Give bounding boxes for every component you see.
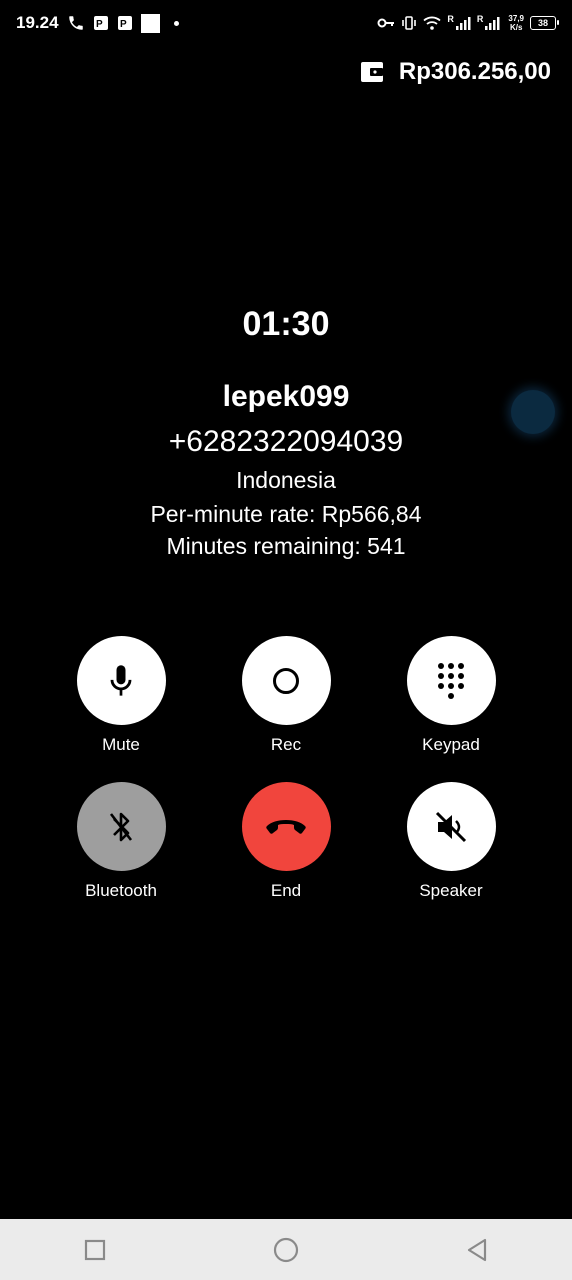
minutes-remaining: Minutes remaining: 541 bbox=[166, 533, 406, 559]
status-right: R R 37,9 K/s 38 bbox=[377, 14, 559, 32]
bluetooth-disabled-icon bbox=[109, 812, 133, 841]
recents-button[interactable] bbox=[65, 1230, 125, 1270]
caller-number: +6282322094039 bbox=[168, 425, 404, 458]
mute-control[interactable]: Mute bbox=[61, 636, 181, 755]
speaker-control[interactable]: Speaker bbox=[391, 782, 511, 901]
signal-icon-2 bbox=[485, 17, 500, 30]
mute-button[interactable] bbox=[76, 636, 166, 725]
record-icon bbox=[273, 667, 299, 694]
caller-name: lepek099 bbox=[222, 380, 350, 413]
vibrate-icon bbox=[402, 16, 417, 30]
rec-label: Rec bbox=[270, 735, 302, 754]
speaker-button[interactable] bbox=[406, 782, 496, 871]
parking-app-icon-2: P bbox=[117, 15, 133, 31]
circle-icon bbox=[273, 1237, 299, 1262]
floating-assistive-button[interactable] bbox=[511, 390, 555, 434]
wifi-icon bbox=[423, 16, 442, 30]
status-time: 19.24 bbox=[16, 13, 59, 32]
signal-roaming-label-2: R bbox=[476, 14, 484, 24]
signal-roaming-label-1: R bbox=[447, 14, 454, 24]
net-speed-value: 37,9 bbox=[508, 14, 524, 23]
home-button[interactable] bbox=[256, 1230, 316, 1270]
microphone-icon bbox=[110, 664, 132, 696]
square-icon bbox=[85, 1239, 106, 1260]
back-triangle-icon bbox=[467, 1238, 486, 1261]
per-minute-rate: Per-minute rate: Rp566,84 bbox=[150, 501, 422, 527]
parking-app-icon: P bbox=[93, 15, 109, 31]
keypad-label: Keypad bbox=[422, 735, 480, 754]
caller-country: Indonesia bbox=[236, 467, 336, 493]
balance-amount: Rp306.256,00 bbox=[398, 58, 551, 85]
status-bar: 19.24 P P R R 37,9 K/s 38 bbox=[0, 0, 572, 46]
key-icon bbox=[377, 18, 395, 28]
system-navigation-bar bbox=[0, 1219, 572, 1280]
svg-text:P: P bbox=[96, 19, 103, 30]
hang-up-icon bbox=[266, 819, 306, 834]
more-notifications-dot-icon bbox=[173, 20, 179, 26]
notification-square-icon bbox=[140, 13, 160, 33]
wallet-icon bbox=[360, 62, 383, 82]
bluetooth-label: Bluetooth bbox=[85, 881, 157, 900]
speaker-off-icon bbox=[435, 811, 467, 842]
end-call-control[interactable]: End bbox=[226, 782, 346, 901]
bluetooth-button[interactable] bbox=[76, 782, 166, 871]
speaker-label: Speaker bbox=[419, 881, 483, 900]
bluetooth-control[interactable]: Bluetooth bbox=[61, 782, 181, 901]
net-speed: 37,9 K/s bbox=[508, 14, 524, 32]
balance[interactable]: Rp306.256,00 bbox=[360, 58, 551, 86]
signal-icon-1 bbox=[455, 17, 471, 30]
battery-level: 38 bbox=[537, 18, 548, 28]
mute-label: Mute bbox=[102, 735, 140, 754]
status-left: 19.24 P P bbox=[16, 13, 179, 33]
net-speed-unit: K/s bbox=[509, 23, 523, 32]
keypad-control[interactable]: Keypad bbox=[391, 636, 511, 755]
dialpad-icon bbox=[438, 662, 464, 699]
battery-icon: 38 bbox=[530, 16, 559, 30]
end-call-label: End bbox=[270, 881, 302, 900]
rec-button[interactable] bbox=[241, 636, 331, 725]
rec-control[interactable]: Rec bbox=[226, 636, 346, 755]
svg-text:P: P bbox=[120, 19, 127, 30]
call-timer: 01:30 bbox=[242, 305, 330, 343]
end-call-button[interactable] bbox=[241, 782, 331, 871]
back-button[interactable] bbox=[447, 1230, 507, 1270]
phone-icon bbox=[68, 16, 83, 30]
keypad-button[interactable] bbox=[406, 636, 496, 725]
